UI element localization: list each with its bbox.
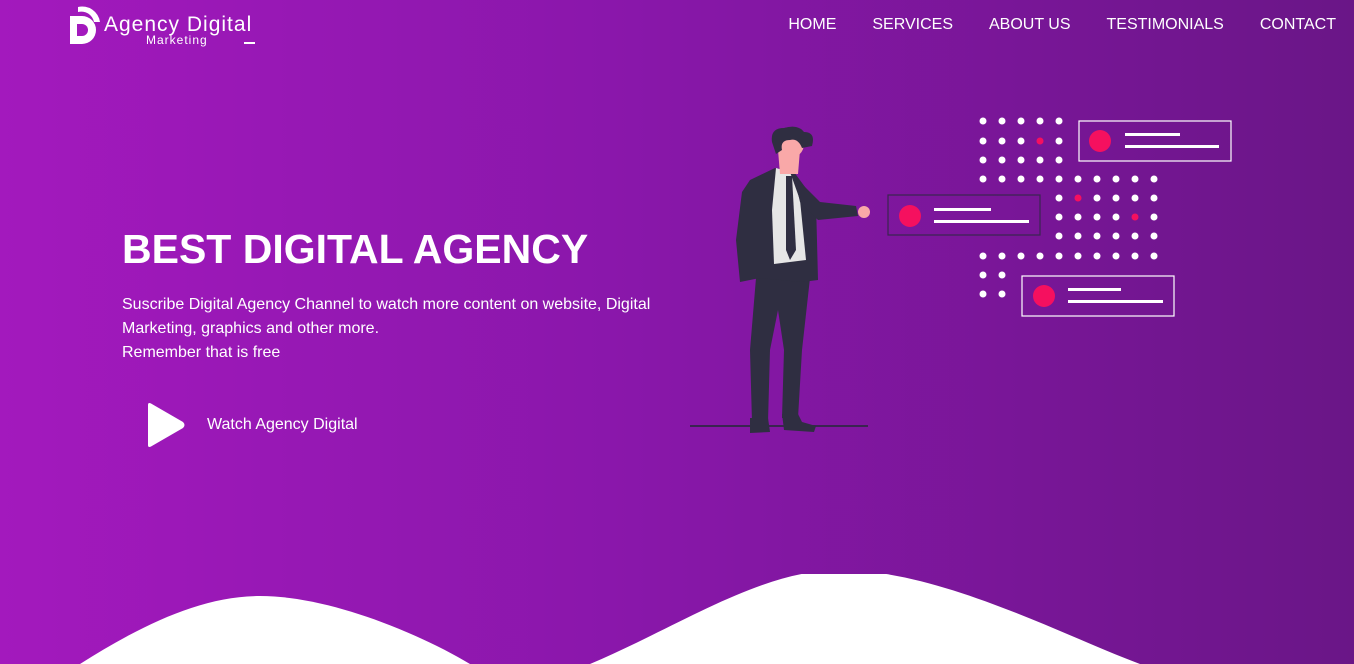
grid-dot (1150, 175, 1158, 183)
grid-dot (1074, 175, 1082, 183)
grid-dot (1074, 232, 1082, 240)
grid-dot (1017, 156, 1025, 164)
grid-dot (1017, 175, 1025, 183)
grid-dot (1055, 194, 1063, 202)
nav-services[interactable]: SERVICES (872, 16, 953, 34)
brand-subtitle: Marketing (146, 33, 208, 47)
grid-dot (1036, 137, 1044, 145)
nav-about-us[interactable]: ABOUT US (989, 16, 1071, 34)
grid-dot (979, 175, 987, 183)
grid-dot (998, 271, 1006, 279)
grid-dot (1150, 194, 1158, 202)
grid-dot (1093, 232, 1101, 240)
card-bottom (1021, 275, 1175, 317)
card-top (1078, 120, 1232, 162)
watch-video-label: Watch Agency Digital (207, 416, 358, 433)
watch-video-button[interactable]: Watch Agency Digital (144, 401, 358, 449)
bottom-wave (80, 574, 1140, 664)
dot-grid (979, 117, 1158, 298)
card-middle (887, 194, 1041, 236)
logo-mark-icon (70, 6, 100, 44)
grid-dot (1131, 175, 1139, 183)
play-icon (148, 403, 185, 447)
grid-dot (979, 117, 987, 125)
grid-dot (1074, 252, 1082, 260)
grid-dot (1036, 175, 1044, 183)
hero-description-line-2: Remember that is free (122, 344, 281, 361)
grid-dot (998, 252, 1006, 260)
grid-dot (998, 117, 1006, 125)
nav-home[interactable]: HOME (788, 16, 836, 34)
businessman-figure (736, 126, 870, 433)
grid-dot (998, 290, 1006, 298)
hero-description: Suscribe Digital Agency Channel to watch… (122, 293, 682, 365)
brand-underline (244, 42, 255, 44)
main-nav: HOME SERVICES ABOUT US TESTIMONIALS CONT… (788, 16, 1336, 34)
grid-dot (1112, 213, 1120, 221)
grid-dot (1131, 232, 1139, 240)
businessman-illustration (690, 117, 1232, 433)
grid-dot (1112, 194, 1120, 202)
grid-dot (1112, 252, 1120, 260)
grid-dot (1093, 252, 1101, 260)
grid-dot (1017, 117, 1025, 125)
grid-dot (1150, 232, 1158, 240)
grid-dot (1055, 117, 1063, 125)
grid-dot (1112, 175, 1120, 183)
grid-dot (1055, 156, 1063, 164)
grid-dot (1112, 232, 1120, 240)
grid-dot (1074, 194, 1082, 202)
hero-title: BEST DIGITAL AGENCY (122, 226, 589, 272)
grid-dot (998, 175, 1006, 183)
grid-dot (979, 290, 987, 298)
nav-testimonials[interactable]: TESTIMONIALS (1107, 16, 1224, 34)
grid-dot (979, 137, 987, 145)
grid-dot (979, 252, 987, 260)
grid-dot (1131, 194, 1139, 202)
grid-dot (1093, 213, 1101, 221)
grid-dot (1074, 213, 1082, 221)
grid-dot (1150, 252, 1158, 260)
grid-dot (1150, 213, 1158, 221)
grid-dot (1131, 213, 1139, 221)
grid-dot (998, 156, 1006, 164)
grid-dot (1093, 175, 1101, 183)
grid-dot (1036, 156, 1044, 164)
grid-dot (1055, 137, 1063, 145)
nav-contact[interactable]: CONTACT (1260, 16, 1336, 34)
grid-dot (1017, 252, 1025, 260)
brand-logo[interactable]: Agency Digital Marketing (68, 4, 268, 48)
grid-dot (979, 156, 987, 164)
grid-dot (1055, 252, 1063, 260)
grid-dot (1017, 137, 1025, 145)
grid-dot (998, 137, 1006, 145)
hero-description-line-1: Suscribe Digital Agency Channel to watch… (122, 296, 651, 337)
grid-dot (1131, 252, 1139, 260)
grid-dot (1036, 117, 1044, 125)
grid-dot (1055, 213, 1063, 221)
grid-dot (1036, 252, 1044, 260)
grid-dot (979, 271, 987, 279)
grid-dot (1055, 175, 1063, 183)
grid-dot (1055, 232, 1063, 240)
grid-dot (1093, 194, 1101, 202)
